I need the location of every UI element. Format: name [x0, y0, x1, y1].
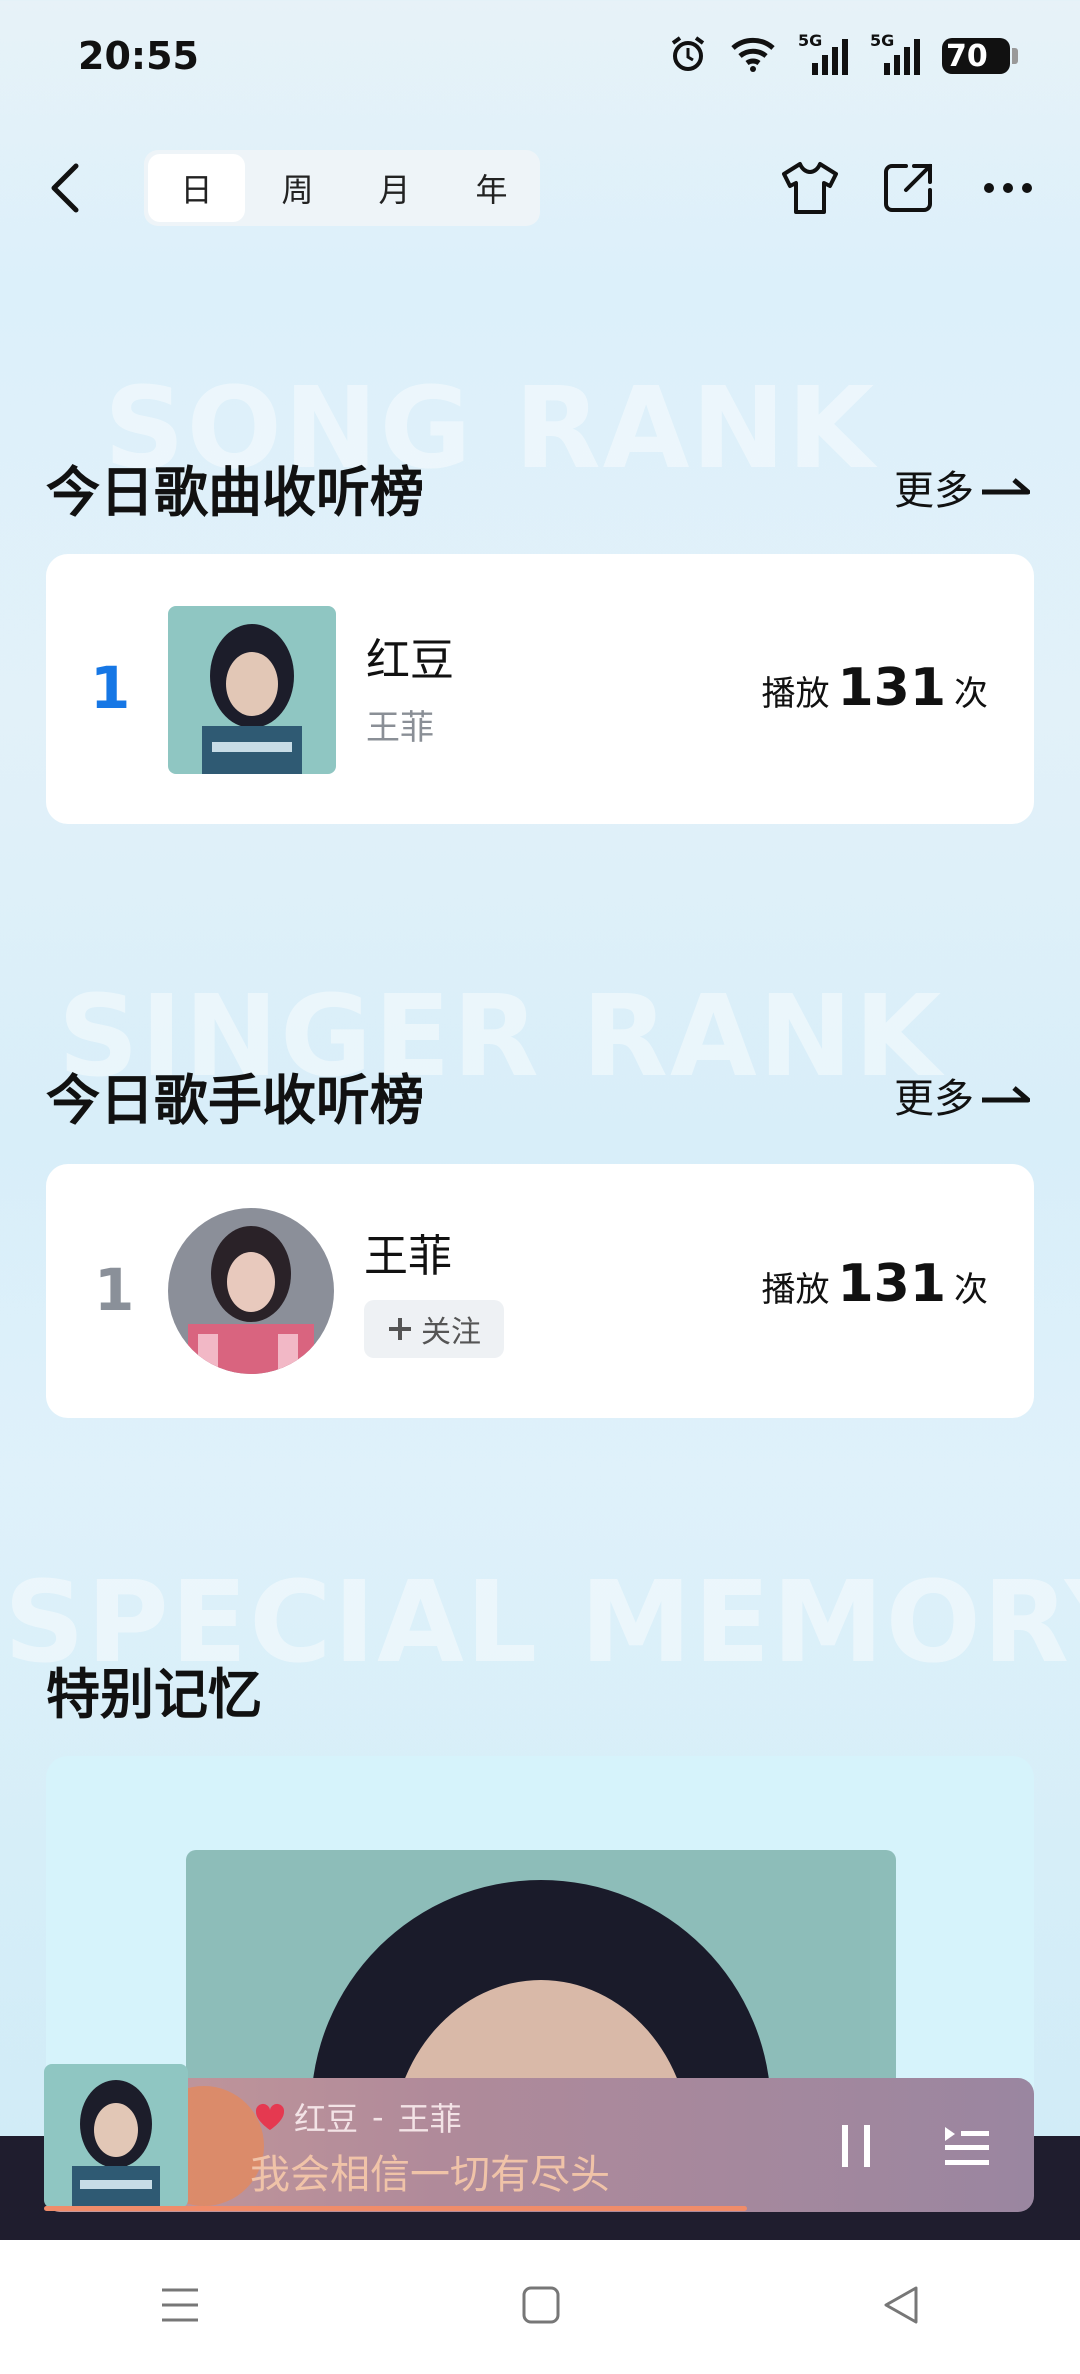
plays-number: 131 — [837, 658, 946, 718]
player-song-info: 红豆 - 王菲 — [254, 2094, 462, 2140]
song-rank-number: 1 — [90, 654, 131, 722]
signal-icon-1: 5G — [798, 31, 848, 77]
tab-year[interactable]: 年 — [443, 150, 540, 226]
singer-rank-more[interactable]: 更多 — [894, 1066, 1030, 1124]
period-tabs: 日 周 月 年 — [144, 150, 540, 226]
menu-nav-icon[interactable] — [160, 2286, 200, 2328]
wifi-icon — [730, 36, 776, 76]
singer-rank-title: 今日歌手收听榜 — [46, 1069, 424, 1132]
back-button[interactable] — [36, 158, 96, 218]
song-rank-more-label: 更多 — [894, 468, 974, 514]
tab-week[interactable]: 周 — [249, 150, 346, 226]
follow-label: 关注 — [421, 1315, 481, 1350]
playlist-icon — [945, 2127, 989, 2165]
tab-day[interactable]: 日 — [148, 154, 245, 222]
arrow-right-icon — [982, 478, 1030, 495]
alarm-icon — [668, 34, 708, 78]
more-button[interactable] — [974, 154, 1042, 222]
singer-avatar — [168, 1208, 334, 1374]
follow-button[interactable]: 关注 — [364, 1300, 504, 1358]
back-icon — [51, 163, 79, 213]
singer-name: 王菲 — [364, 1231, 452, 1282]
plays-suffix: 次 — [954, 674, 988, 714]
song-rank-more[interactable]: 更多 — [894, 458, 1030, 516]
pause-button[interactable] — [824, 2114, 888, 2178]
tab-month[interactable]: 月 — [346, 150, 443, 226]
plays-number: 131 — [837, 1254, 946, 1314]
plus-icon — [389, 1318, 411, 1340]
song-rank-item[interactable]: 1 红豆 王菲 播放 131 次 — [46, 554, 1034, 824]
singer-play-count: 播放 131 次 — [761, 1254, 988, 1314]
arrow-right-icon — [982, 1086, 1030, 1103]
song-title: 红豆 — [366, 635, 454, 686]
plays-prefix: 播放 — [761, 674, 830, 714]
song-cover — [168, 606, 336, 774]
mini-player[interactable]: 红豆 - 王菲 我会相信一切有尽头 — [44, 2078, 1034, 2212]
playlist-button[interactable] — [934, 2114, 998, 2178]
more-icon — [984, 183, 1032, 193]
special-memory-title: 特别记忆 — [46, 1663, 262, 1726]
tshirt-icon — [782, 162, 838, 214]
singer-rank-item[interactable]: 1 王菲 关注 播放 131 次 — [46, 1164, 1034, 1418]
status-icons: 5G 5G 70 — [668, 30, 1018, 82]
plays-suffix: 次 — [954, 1270, 988, 1310]
home-nav-icon[interactable] — [521, 2285, 561, 2329]
heart-icon — [255, 2103, 285, 2130]
player-lyric: 我会相信一切有尽头 — [250, 2152, 610, 2198]
skin-button[interactable] — [776, 154, 844, 222]
back-nav-icon[interactable] — [882, 2284, 920, 2330]
player-cover[interactable] — [44, 2064, 188, 2208]
singer-rank-more-label: 更多 — [894, 1076, 974, 1122]
player-separator: - — [372, 2098, 384, 2136]
plays-prefix: 播放 — [761, 1270, 830, 1310]
player-artist: 王菲 — [397, 2100, 462, 2138]
player-song: 红豆 — [294, 2100, 359, 2138]
singer-rank-number: 1 — [94, 1256, 135, 1324]
signal-icon-2: 5G — [870, 31, 920, 77]
status-time: 20:55 — [78, 34, 199, 78]
pause-icon — [842, 2125, 870, 2167]
song-rank-title: 今日歌曲收听榜 — [46, 461, 424, 524]
share-button[interactable] — [874, 154, 942, 222]
share-icon — [884, 164, 932, 212]
player-progress-bar — [44, 2206, 747, 2211]
system-nav-bar — [0, 2240, 1080, 2374]
song-play-count: 播放 131 次 — [761, 658, 988, 718]
song-artist: 王菲 — [366, 708, 434, 748]
battery-indicator: 70 — [942, 38, 1018, 74]
